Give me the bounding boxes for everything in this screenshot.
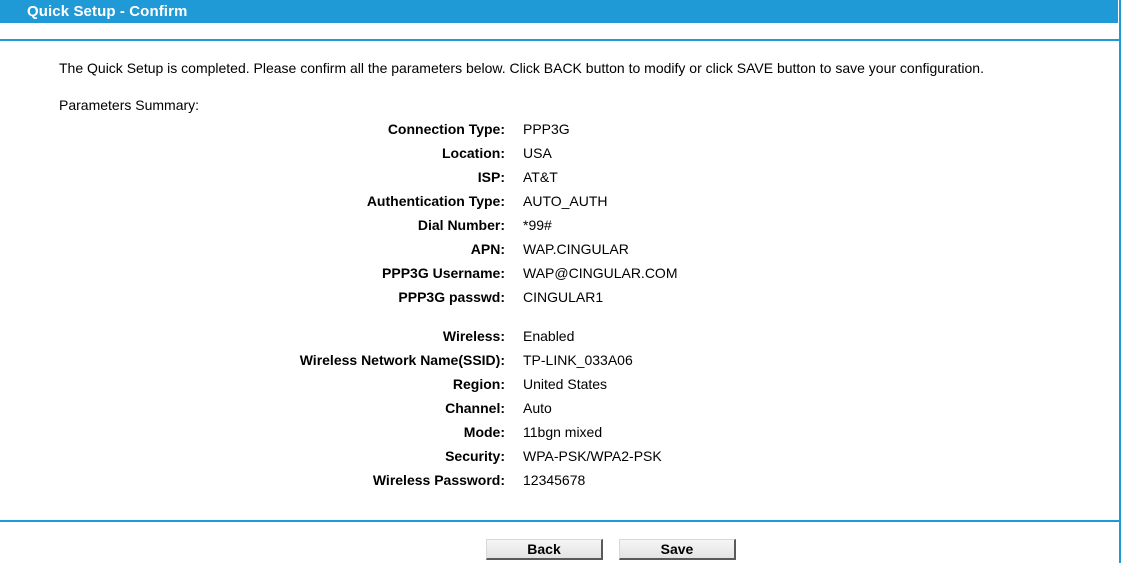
param-row-ssid: Wireless Network Name(SSID): TP-LINK_033…	[0, 352, 1119, 376]
param-value: WAP@CINGULAR.COM	[523, 265, 678, 281]
param-value: USA	[523, 145, 552, 161]
param-label: Dial Number:	[417, 217, 505, 233]
param-row-channel: Channel: Auto	[0, 400, 1119, 424]
param-label: Authentication Type:	[366, 193, 505, 209]
param-value: WPA-PSK/WPA2-PSK	[523, 448, 662, 464]
param-row-connection-type: Connection Type: PPP3G	[0, 121, 1119, 145]
param-label: Wireless Password:	[372, 472, 505, 488]
param-row-mode: Mode: 11bgn mixed	[0, 424, 1119, 448]
param-label: APN:	[470, 241, 505, 257]
param-label: Channel:	[445, 400, 505, 416]
param-label: Mode:	[463, 424, 505, 440]
param-row-ppp3g-username: PPP3G Username: WAP@CINGULAR.COM	[0, 265, 1119, 289]
save-button[interactable]: Save	[619, 539, 736, 560]
param-value: *99#	[523, 217, 552, 233]
bottom-divider	[0, 520, 1119, 522]
intro-text: The Quick Setup is completed. Please con…	[59, 60, 984, 76]
param-row-location: Location: USA	[0, 145, 1119, 169]
top-divider	[0, 39, 1119, 41]
param-row-dial-number: Dial Number: *99#	[0, 217, 1119, 241]
param-value: 12345678	[523, 472, 586, 488]
param-row-wireless-password: Wireless Password: 12345678	[0, 472, 1119, 496]
param-row-authentication-type: Authentication Type: AUTO_AUTH	[0, 193, 1119, 217]
param-row-ppp3g-passwd: PPP3G passwd: CINGULAR1	[0, 289, 1119, 313]
param-label: Wireless:	[442, 328, 505, 344]
param-value: Auto	[523, 400, 552, 416]
param-value: WAP.CINGULAR	[523, 241, 629, 257]
param-label: PPP3G Username:	[382, 265, 505, 281]
param-label: Wireless Network Name(SSID):	[299, 352, 505, 368]
param-value: PPP3G	[523, 121, 570, 137]
summary-heading: Parameters Summary:	[59, 97, 200, 113]
param-row-apn: APN: WAP.CINGULAR	[0, 241, 1119, 265]
back-button[interactable]: Back	[486, 539, 603, 560]
param-value: Enabled	[523, 328, 575, 344]
param-label: Connection Type:	[387, 121, 505, 137]
param-row-wireless: Wireless: Enabled	[0, 328, 1119, 352]
param-row-security: Security: WPA-PSK/WPA2-PSK	[0, 448, 1119, 472]
param-row-region: Region: United States	[0, 376, 1119, 400]
param-value: CINGULAR1	[523, 289, 604, 305]
param-value: United States	[523, 376, 608, 392]
param-row-isp: ISP: AT&T	[0, 169, 1119, 193]
page-title: Quick Setup - Confirm	[27, 3, 188, 20]
param-label: PPP3G passwd:	[398, 289, 505, 305]
param-label: Security:	[445, 448, 505, 464]
param-label: ISP:	[477, 169, 505, 185]
param-label: Location:	[442, 145, 505, 161]
title-bar: Quick Setup - Confirm	[0, 0, 1121, 23]
param-value: AUTO_AUTH	[523, 193, 608, 209]
param-label: Region:	[452, 376, 505, 392]
param-value: TP-LINK_033A06	[523, 352, 633, 368]
param-value: 11bgn mixed	[523, 424, 603, 440]
param-value: AT&T	[523, 169, 558, 185]
